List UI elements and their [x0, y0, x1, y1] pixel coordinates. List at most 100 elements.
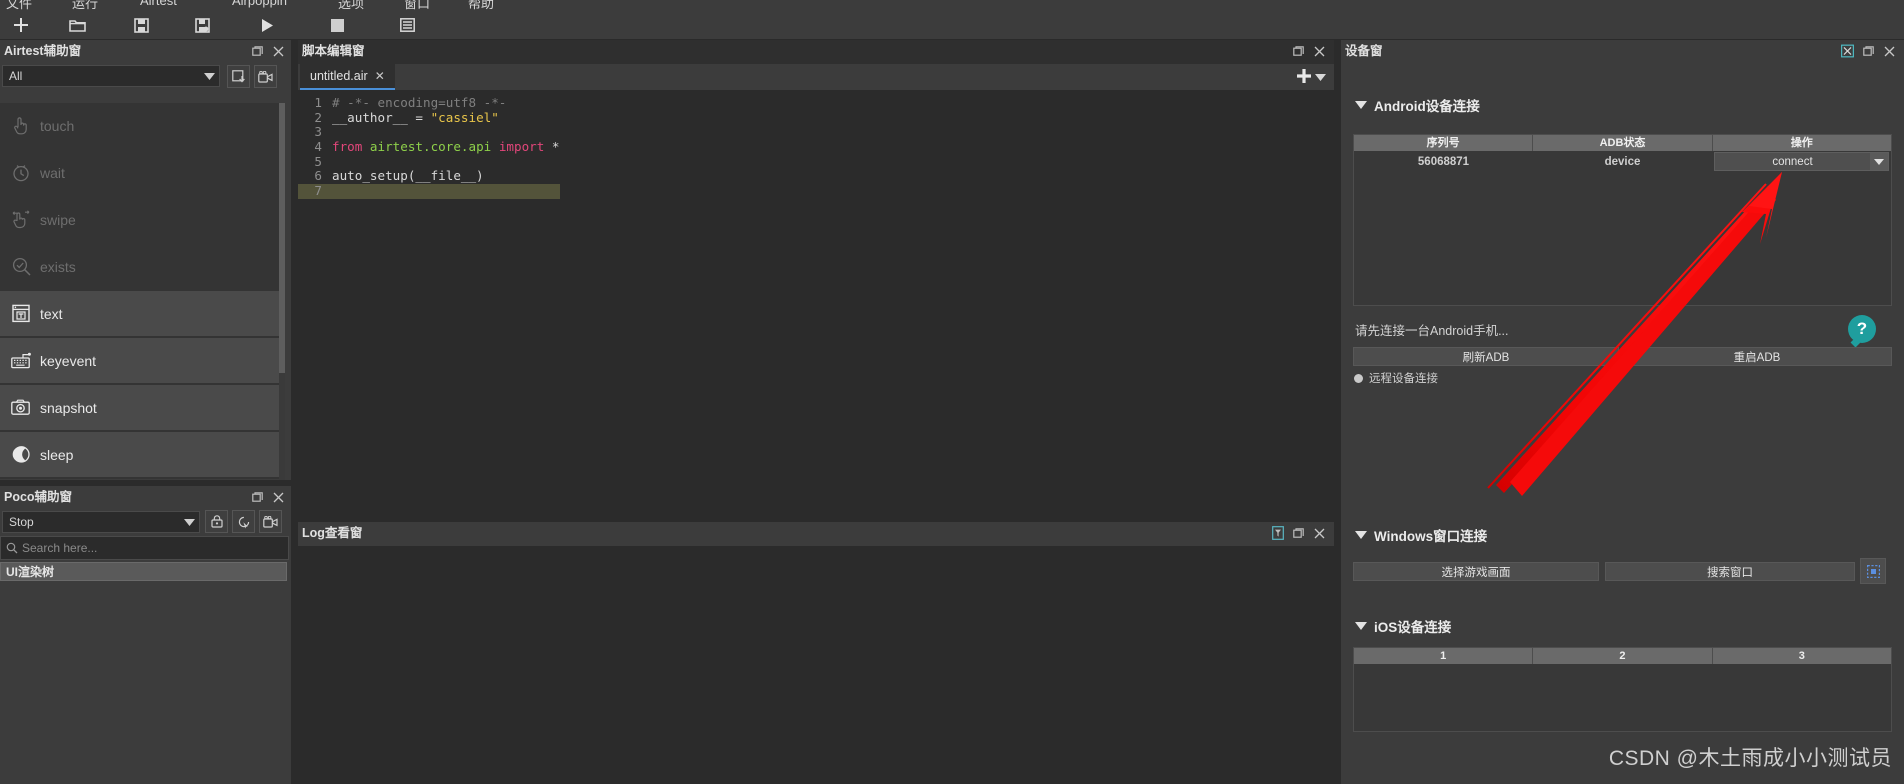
- code-line[interactable]: 6 auto_setup(__file__): [298, 169, 560, 184]
- close-icon[interactable]: [1313, 45, 1326, 58]
- airtest-command-touch[interactable]: touch: [0, 103, 285, 150]
- triangle-down-icon: [1355, 531, 1367, 539]
- menu-item-4[interactable]: 选项: [338, 0, 364, 11]
- float-window-icon[interactable]: [251, 45, 264, 58]
- connect-dropdown[interactable]: connect: [1714, 152, 1889, 171]
- chevron-down-icon[interactable]: [1315, 68, 1326, 86]
- screenshot-region-button[interactable]: [227, 65, 250, 88]
- android-device-table: 序列号 ADB状态 操作 56068871 device connect: [1353, 134, 1892, 306]
- camera-icon: [8, 397, 34, 419]
- remote-device-radio[interactable]: 远程设备连接: [1354, 370, 1438, 386]
- close-icon[interactable]: [1313, 527, 1326, 540]
- poco-ui-tree-body[interactable]: [0, 581, 287, 784]
- float-window-icon[interactable]: [251, 491, 264, 504]
- menu-item-3[interactable]: Airpoppin: [232, 0, 287, 8]
- code-editor[interactable]: 1 # -*- encoding=utf8 -*- 2 __author__ = "c…: [298, 90, 1334, 522]
- lock-button[interactable]: [205, 510, 228, 533]
- airtest-command-sleep[interactable]: sleep: [0, 432, 285, 479]
- poco-mode-value: Stop: [9, 515, 34, 529]
- moon-icon: [8, 444, 34, 466]
- save-button[interactable]: [124, 14, 158, 36]
- splitter-left-horizontal[interactable]: [0, 480, 291, 486]
- menu-item-1[interactable]: 运行: [72, 0, 98, 11]
- help-button[interactable]: ?: [1848, 315, 1876, 343]
- float-window-icon[interactable]: [1292, 527, 1305, 540]
- restart-adb-button[interactable]: 重启ADB: [1622, 347, 1892, 366]
- column-adb-state: ADB状态: [1533, 135, 1713, 151]
- airtest-list-scrollbar[interactable]: [279, 103, 285, 486]
- plus-icon[interactable]: [1295, 67, 1313, 88]
- airtest-command-text[interactable]: text: [0, 291, 285, 338]
- menu-item-6[interactable]: 帮助: [468, 0, 494, 11]
- code-token: auto_setup(__file__): [332, 168, 484, 184]
- log-view-button[interactable]: [390, 14, 424, 36]
- airtest-command-snapshot[interactable]: snapshot: [0, 385, 285, 432]
- airtest-filter-select[interactable]: All: [2, 65, 220, 87]
- cell-action: connect: [1712, 151, 1891, 172]
- splitter-right[interactable]: [1334, 40, 1341, 784]
- android-section-header[interactable]: Android设备连接: [1355, 95, 1480, 115]
- code-line[interactable]: 1 # -*- encoding=utf8 -*-: [298, 95, 560, 111]
- menu-item-0[interactable]: 文件: [6, 0, 32, 11]
- splitter-center-horizontal[interactable]: [298, 516, 1334, 522]
- code-line[interactable]: 5: [298, 153, 560, 170]
- refresh-cursor-button[interactable]: [232, 510, 255, 533]
- table-row[interactable]: 56068871 device connect: [1354, 151, 1891, 172]
- airtest-command-list[interactable]: touch wait swipe exists text keyevent snapshot…: [0, 103, 285, 486]
- close-icon[interactable]: [1883, 45, 1896, 58]
- code-line[interactable]: 7: [298, 183, 560, 199]
- device-panel-title: 设备窗: [1345, 44, 1383, 58]
- poco-panel-title: Poco辅助窗: [4, 490, 73, 504]
- airtest-command-exists[interactable]: exists: [0, 244, 285, 291]
- script-panel-title: 脚本编辑窗: [302, 44, 365, 58]
- airtest-command-label: sleep: [40, 446, 74, 463]
- record-button[interactable]: [254, 65, 277, 88]
- save-as-button[interactable]: [186, 14, 220, 36]
- airtest-command-keyevent[interactable]: keyevent: [0, 338, 285, 385]
- close-icon[interactable]: [272, 491, 285, 504]
- settings-wrench-icon[interactable]: [1841, 44, 1854, 58]
- code-line[interactable]: 3: [298, 125, 560, 140]
- window-picker-button[interactable]: [1860, 558, 1886, 584]
- float-window-icon[interactable]: [1292, 45, 1305, 58]
- airtest-command-label: snapshot: [40, 399, 97, 416]
- poco-ui-tree-header[interactable]: UI渲染树: [0, 562, 287, 581]
- code-token: *: [551, 139, 560, 155]
- stop-button[interactable]: [320, 14, 354, 36]
- new-script-button[interactable]: [4, 14, 38, 36]
- code-token: "cassiel": [430, 109, 499, 125]
- add-tab-controls[interactable]: [1295, 64, 1326, 90]
- chevron-down-icon[interactable]: [1870, 153, 1888, 170]
- chevron-down-icon: [199, 72, 219, 80]
- refresh-adb-button[interactable]: 刷新ADB: [1353, 347, 1619, 366]
- airtest-command-wait[interactable]: wait: [0, 150, 285, 197]
- open-script-button[interactable]: [60, 14, 94, 36]
- menu-item-2[interactable]: Airtest: [140, 0, 177, 8]
- airtest-command-swipe[interactable]: swipe: [0, 197, 285, 244]
- search-window-button[interactable]: 搜索窗口: [1605, 562, 1855, 581]
- menu-item-5[interactable]: 窗口: [404, 0, 430, 11]
- record-button[interactable]: [259, 510, 282, 533]
- log-output-area[interactable]: [298, 546, 1334, 784]
- tab-label: untitled.air: [310, 69, 368, 83]
- filter-icon[interactable]: [1271, 526, 1284, 540]
- code-line[interactable]: 4 from airtest.core.api import *: [298, 139, 560, 155]
- close-icon[interactable]: [272, 45, 285, 58]
- code-token: # -*- encoding=utf8 -*-: [332, 95, 507, 110]
- windows-section-header[interactable]: Windows窗口连接: [1355, 525, 1487, 545]
- close-icon[interactable]: ✕: [375, 69, 385, 83]
- run-button[interactable]: [250, 14, 284, 36]
- tab-untitled-air[interactable]: untitled.air ✕: [300, 64, 395, 90]
- windows-section-title: Windows窗口连接: [1374, 529, 1488, 544]
- ios-section-header[interactable]: iOS设备连接: [1355, 616, 1451, 636]
- float-window-icon[interactable]: [1862, 45, 1875, 58]
- poco-mode-select[interactable]: Stop: [2, 511, 200, 533]
- airtest-command-label: text: [40, 305, 63, 322]
- code-line[interactable]: 2 __author__ = "cassiel": [298, 109, 560, 126]
- ios-table-header: 1 2 3: [1354, 648, 1891, 664]
- line-number: 5: [314, 153, 322, 169]
- splitter-left[interactable]: [291, 40, 298, 784]
- android-connect-hint: 请先连接一台Android手机...: [1355, 324, 1509, 338]
- poco-search-input[interactable]: Search here...: [0, 536, 289, 560]
- select-game-screen-button[interactable]: 选择游戏画面: [1353, 562, 1599, 581]
